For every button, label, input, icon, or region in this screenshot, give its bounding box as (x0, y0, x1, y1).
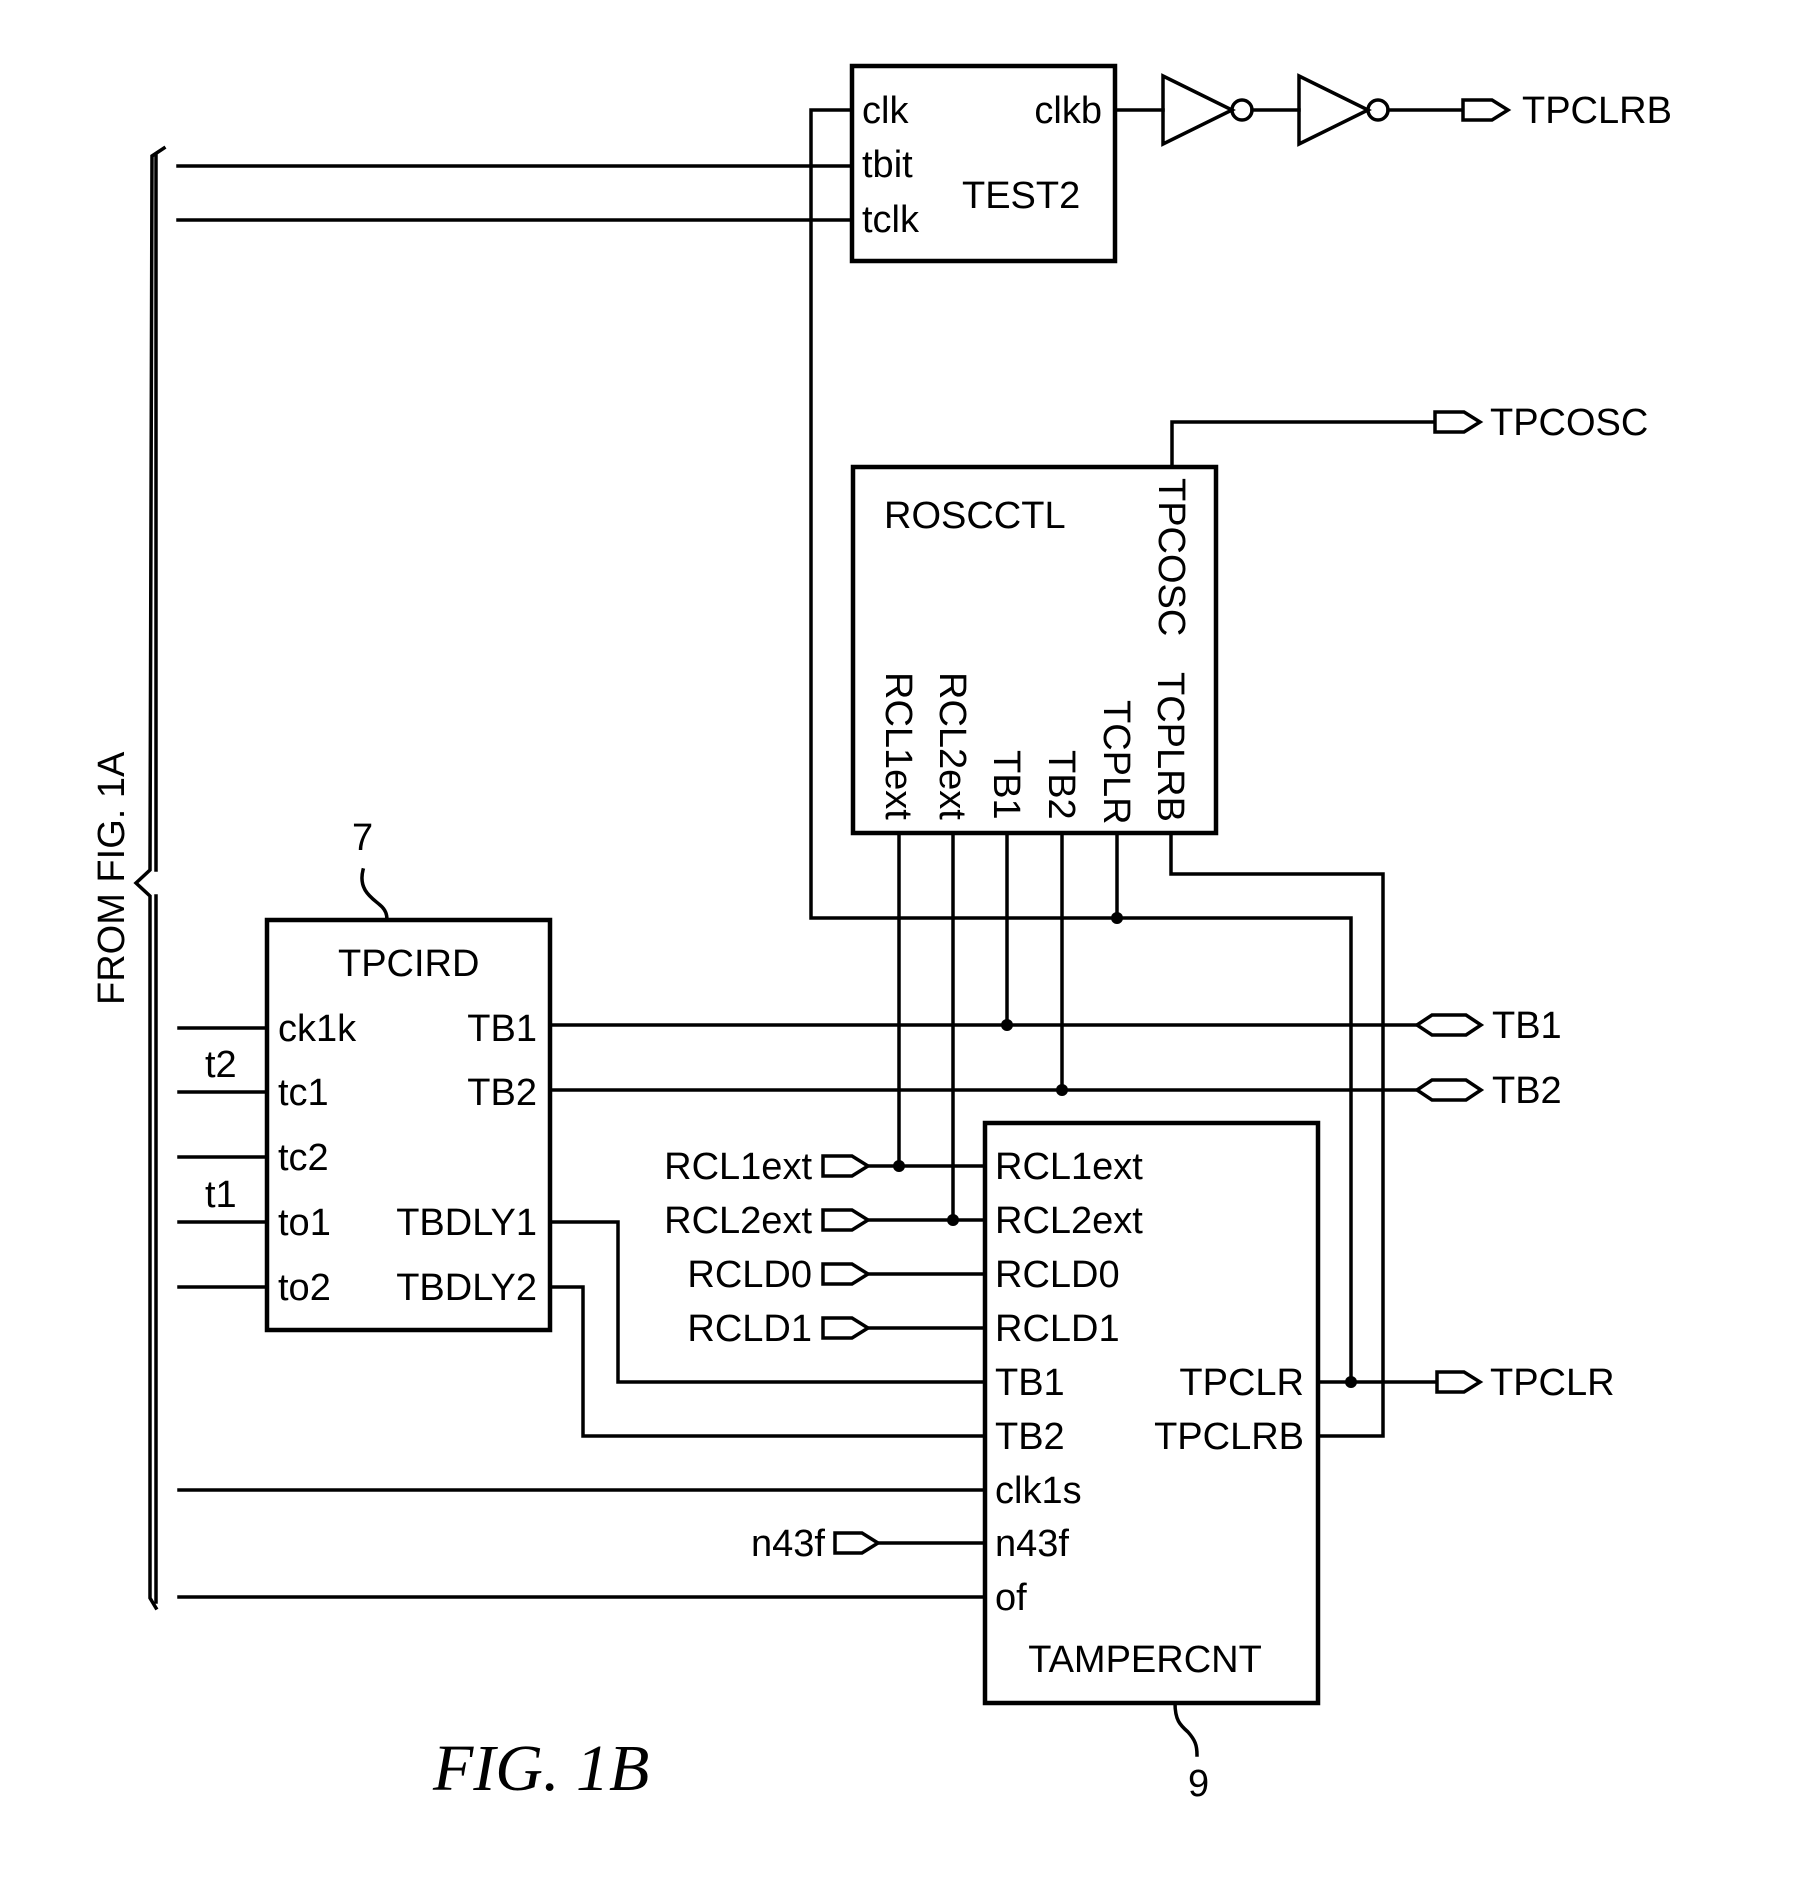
port-n43f-label: n43f (751, 1523, 825, 1565)
roscctl-pin-rcl1ext: RCL1ext (877, 672, 919, 820)
port-rcl2ext-label: RCL2ext (664, 1200, 812, 1242)
from-fig-1a-label: FROM FIG. 1A (91, 751, 133, 1005)
tpcird-pin-tc2: tc2 (278, 1137, 329, 1179)
port-tpcosc-label: TPCOSC (1490, 402, 1648, 444)
tpcird-pin-ck1k: ck1k (278, 1008, 357, 1050)
roscctl-pin-tcplrb: TCPLRB (1149, 672, 1191, 822)
tpcird-pin-tc1: tc1 (278, 1072, 329, 1114)
tpcird-pin-tbdly2: TBDLY2 (396, 1267, 537, 1309)
tampercnt-pin-rcl2ext: RCL2ext (995, 1200, 1143, 1242)
tpcird-pin-tb2: TB2 (467, 1072, 537, 1114)
port-tb2-label: TB2 (1492, 1070, 1562, 1112)
tampercnt-title: TAMPERCNT (1028, 1639, 1262, 1681)
schematic: FROM FIG. 1A clk tbit tclk clkb TEST2 TP… (91, 63, 1672, 1805)
junction-rcl1ext (893, 1160, 905, 1172)
tampercnt-pin-of: of (995, 1577, 1027, 1619)
junction-tb1 (1001, 1019, 1013, 1031)
wire-tpcosc (1170, 420, 1437, 469)
tpcird-pin-to1: to1 (278, 1202, 331, 1244)
roscctl-pin-tcplr: TCPLR (1095, 700, 1137, 825)
port-tpcosc (1433, 410, 1484, 434)
port-tb1-label: TB1 (1492, 1005, 1562, 1047)
tampercnt-pin-rcld0: RCLD0 (995, 1254, 1120, 1296)
roscctl-pin-tpcosc: TPCOSC (1150, 478, 1192, 636)
tpcird-pin-tbdly1: TBDLY1 (396, 1202, 537, 1244)
port-n43f (833, 1531, 882, 1555)
tpcird-pin-to2: to2 (278, 1267, 331, 1309)
port-tpclrb-label: TPCLRB (1522, 90, 1672, 132)
port-tb1 (1413, 1013, 1485, 1037)
tpcird-title: TPCIRD (338, 943, 479, 985)
port-rcl2ext (821, 1208, 872, 1232)
inverter-2 (1297, 73, 1390, 147)
tpcird-ref: 7 (352, 817, 373, 859)
junction-rcl2ext (947, 1214, 959, 1226)
net-label-t1: t1 (205, 1174, 237, 1216)
net-label-t2: t2 (205, 1044, 237, 1086)
port-rcl1ext (821, 1154, 872, 1178)
tampercnt-pin-n43f: n43f (995, 1523, 1069, 1565)
tampercnt-ref: 9 (1188, 1763, 1209, 1805)
tpcird-pin-tb1: TB1 (467, 1008, 537, 1050)
roscctl-pin-tb2: TB2 (1040, 750, 1082, 820)
port-tpclrb (1461, 98, 1512, 122)
port-tpclr-label: TPCLR (1490, 1362, 1615, 1404)
test2-title: TEST2 (962, 175, 1080, 217)
roscctl-pin-tb1: TB1 (985, 750, 1027, 820)
tampercnt-pin-tb1: TB1 (995, 1362, 1065, 1404)
figure-caption: FIG. 1B (432, 1732, 649, 1805)
test2-pin-clkb: clkb (1034, 90, 1102, 132)
test2-pin-tbit: tbit (862, 144, 913, 186)
port-rcld1-label: RCLD1 (687, 1308, 812, 1350)
junction-tpclr (1345, 1376, 1357, 1388)
test2-pin-clk: clk (862, 90, 909, 132)
port-rcld0-label: RCLD0 (687, 1254, 812, 1296)
tampercnt-pin-rcl1ext: RCL1ext (995, 1146, 1143, 1188)
port-tb2 (1413, 1078, 1485, 1102)
tampercnt-pin-tb2: TB2 (995, 1416, 1065, 1458)
port-rcl1ext-label: RCL1ext (664, 1146, 812, 1188)
port-tpclr (1435, 1370, 1484, 1394)
port-rcld1 (821, 1316, 872, 1340)
junction-tb2 (1056, 1084, 1068, 1096)
tpcird-ref-leader (360, 867, 389, 922)
tampercnt-ref-leader (1173, 1701, 1199, 1757)
tampercnt-pin-clk1s: clk1s (995, 1470, 1082, 1512)
tampercnt-pin-rcld1: RCLD1 (995, 1308, 1120, 1350)
tampercnt-pin-tpclr: TPCLR (1179, 1362, 1304, 1404)
roscctl-pin-rcl2ext: RCL2ext (931, 672, 973, 820)
from-fig-1a-brace (133, 145, 167, 1611)
junction-tcplr-clk (1111, 912, 1123, 924)
roscctl-title: ROSCCTL (884, 495, 1066, 537)
test2-pin-tclk: tclk (862, 199, 920, 241)
inverter-1 (1161, 73, 1254, 147)
port-rcld0 (821, 1262, 872, 1286)
tampercnt-pin-tpclrb: TPCLRB (1154, 1416, 1304, 1458)
